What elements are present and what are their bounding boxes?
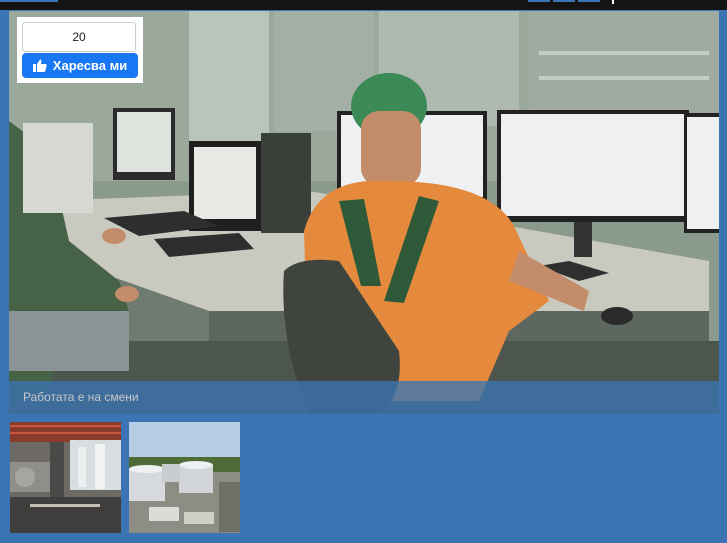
top-bar-tabs[interactable]	[528, 0, 600, 2]
industrial-hall-photo	[10, 422, 121, 533]
image-caption: Работата е на смени	[23, 390, 139, 404]
thumbnail-industrial-hall[interactable]	[10, 422, 121, 533]
thumbs-up-icon	[32, 59, 47, 72]
like-button-label: Харесва ми	[52, 58, 128, 73]
top-bar-divider	[612, 0, 614, 4]
thumbnail-storage-tanks[interactable]	[129, 422, 240, 533]
top-bar	[0, 0, 727, 10]
storage-tanks-photo	[129, 422, 240, 533]
like-button[interactable]: Харесва ми	[22, 53, 138, 78]
top-bar-link[interactable]	[0, 0, 58, 2]
caption-bar: Работата е на смени	[9, 381, 719, 414]
facebook-like-widget: 20 Харесва ми	[17, 17, 143, 83]
like-count: 20	[22, 22, 136, 52]
